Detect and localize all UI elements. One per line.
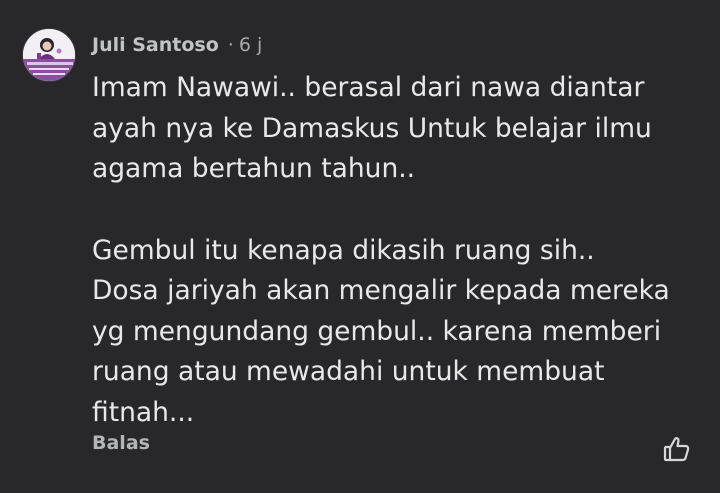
- comment-header: Juli Santoso · 6 j: [92, 32, 262, 58]
- comment-line: Imam Nawawi.. berasal dari nawa diantar: [92, 72, 645, 103]
- reply-button[interactable]: Balas: [92, 432, 150, 454]
- comment-line: agama bertahun tahun..: [92, 153, 416, 184]
- comment: Juli Santoso · 6 j Imam Nawawi.. berasal…: [0, 0, 720, 493]
- comment-line: fitnah...: [92, 396, 195, 428]
- thumbs-up-icon: [663, 437, 690, 462]
- author-name[interactable]: Juli Santoso: [92, 34, 219, 56]
- comment-line: Gembul itu kenapa dikasih ruang sih..: [92, 234, 595, 266]
- comment-line: ruang atau mewadahi untuk membuat: [92, 356, 605, 387]
- separator-dot: ·: [227, 34, 234, 56]
- avatar[interactable]: [22, 28, 76, 82]
- comment-text: Imam Nawawi.. berasal dari nawa diantar …: [92, 68, 702, 433]
- timestamp[interactable]: 6 j: [239, 34, 262, 56]
- comment-line: yg mengundang gembul.. karena memberi: [92, 315, 662, 347]
- like-button[interactable]: [662, 434, 692, 464]
- comment-line: ayah nya ke Damaskus Untuk belajar ilmu: [92, 112, 652, 144]
- profile-photo-icon: [23, 29, 75, 81]
- comment-line: Dosa jariyah akan mengalir kepada mereka: [92, 275, 670, 306]
